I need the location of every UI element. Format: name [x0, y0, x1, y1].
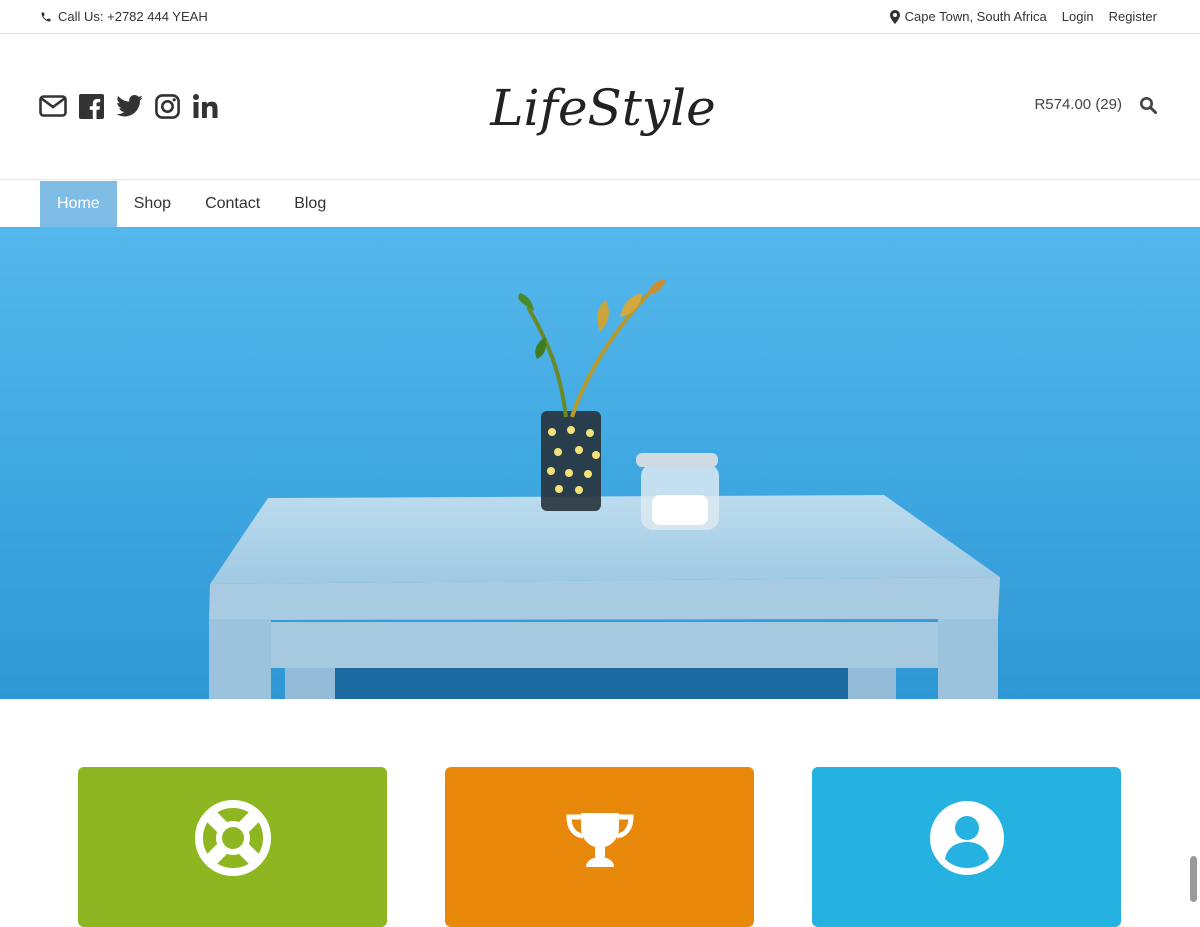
nav-item-contact[interactable]: Contact [188, 181, 277, 227]
location-text: Cape Town, South Africa [904, 9, 1047, 24]
page-scrollbar[interactable] [1190, 856, 1197, 902]
nav-item-shop[interactable]: Shop [117, 181, 188, 227]
search-icon[interactable] [1139, 96, 1157, 114]
facebook-icon[interactable] [77, 92, 105, 120]
call-info: Call Us: +2782 444 YEAH [40, 9, 208, 24]
register-link[interactable]: Register [1109, 9, 1157, 24]
top-bar: Call Us: +2782 444 YEAH Cape Town, South… [0, 0, 1200, 34]
feature-tile-awards[interactable] [445, 767, 754, 927]
map-marker-icon [889, 9, 900, 24]
nav-item-home[interactable]: Home [40, 181, 117, 227]
svg-text:LifeStyle: LifeStyle [489, 79, 715, 137]
main-nav: Home Shop Contact Blog [40, 181, 343, 227]
nav-item-blog[interactable]: Blog [277, 181, 343, 227]
call-text: Call Us: +2782 444 YEAH [58, 9, 208, 24]
hero-image [0, 227, 1200, 699]
site-logo[interactable]: LifeStyle [488, 67, 718, 157]
login-link[interactable]: Login [1062, 9, 1094, 24]
cart-summary[interactable]: R574.00 (29) [1034, 96, 1122, 113]
user-icon [930, 801, 1004, 875]
trophy-icon [566, 813, 634, 867]
lifebuoy-icon [195, 800, 271, 876]
twitter-icon[interactable] [115, 92, 143, 120]
feature-tile-account[interactable] [812, 767, 1121, 927]
envelope-icon[interactable] [39, 92, 67, 120]
phone-icon [41, 12, 51, 21]
location: Cape Town, South Africa [889, 9, 1047, 24]
instagram-icon[interactable] [153, 92, 181, 120]
linkedin-icon[interactable] [191, 92, 219, 120]
feature-tile-support[interactable] [78, 767, 387, 927]
social-links [39, 92, 219, 120]
site-header: LifeStyle R574.00 (29) [0, 35, 1200, 180]
